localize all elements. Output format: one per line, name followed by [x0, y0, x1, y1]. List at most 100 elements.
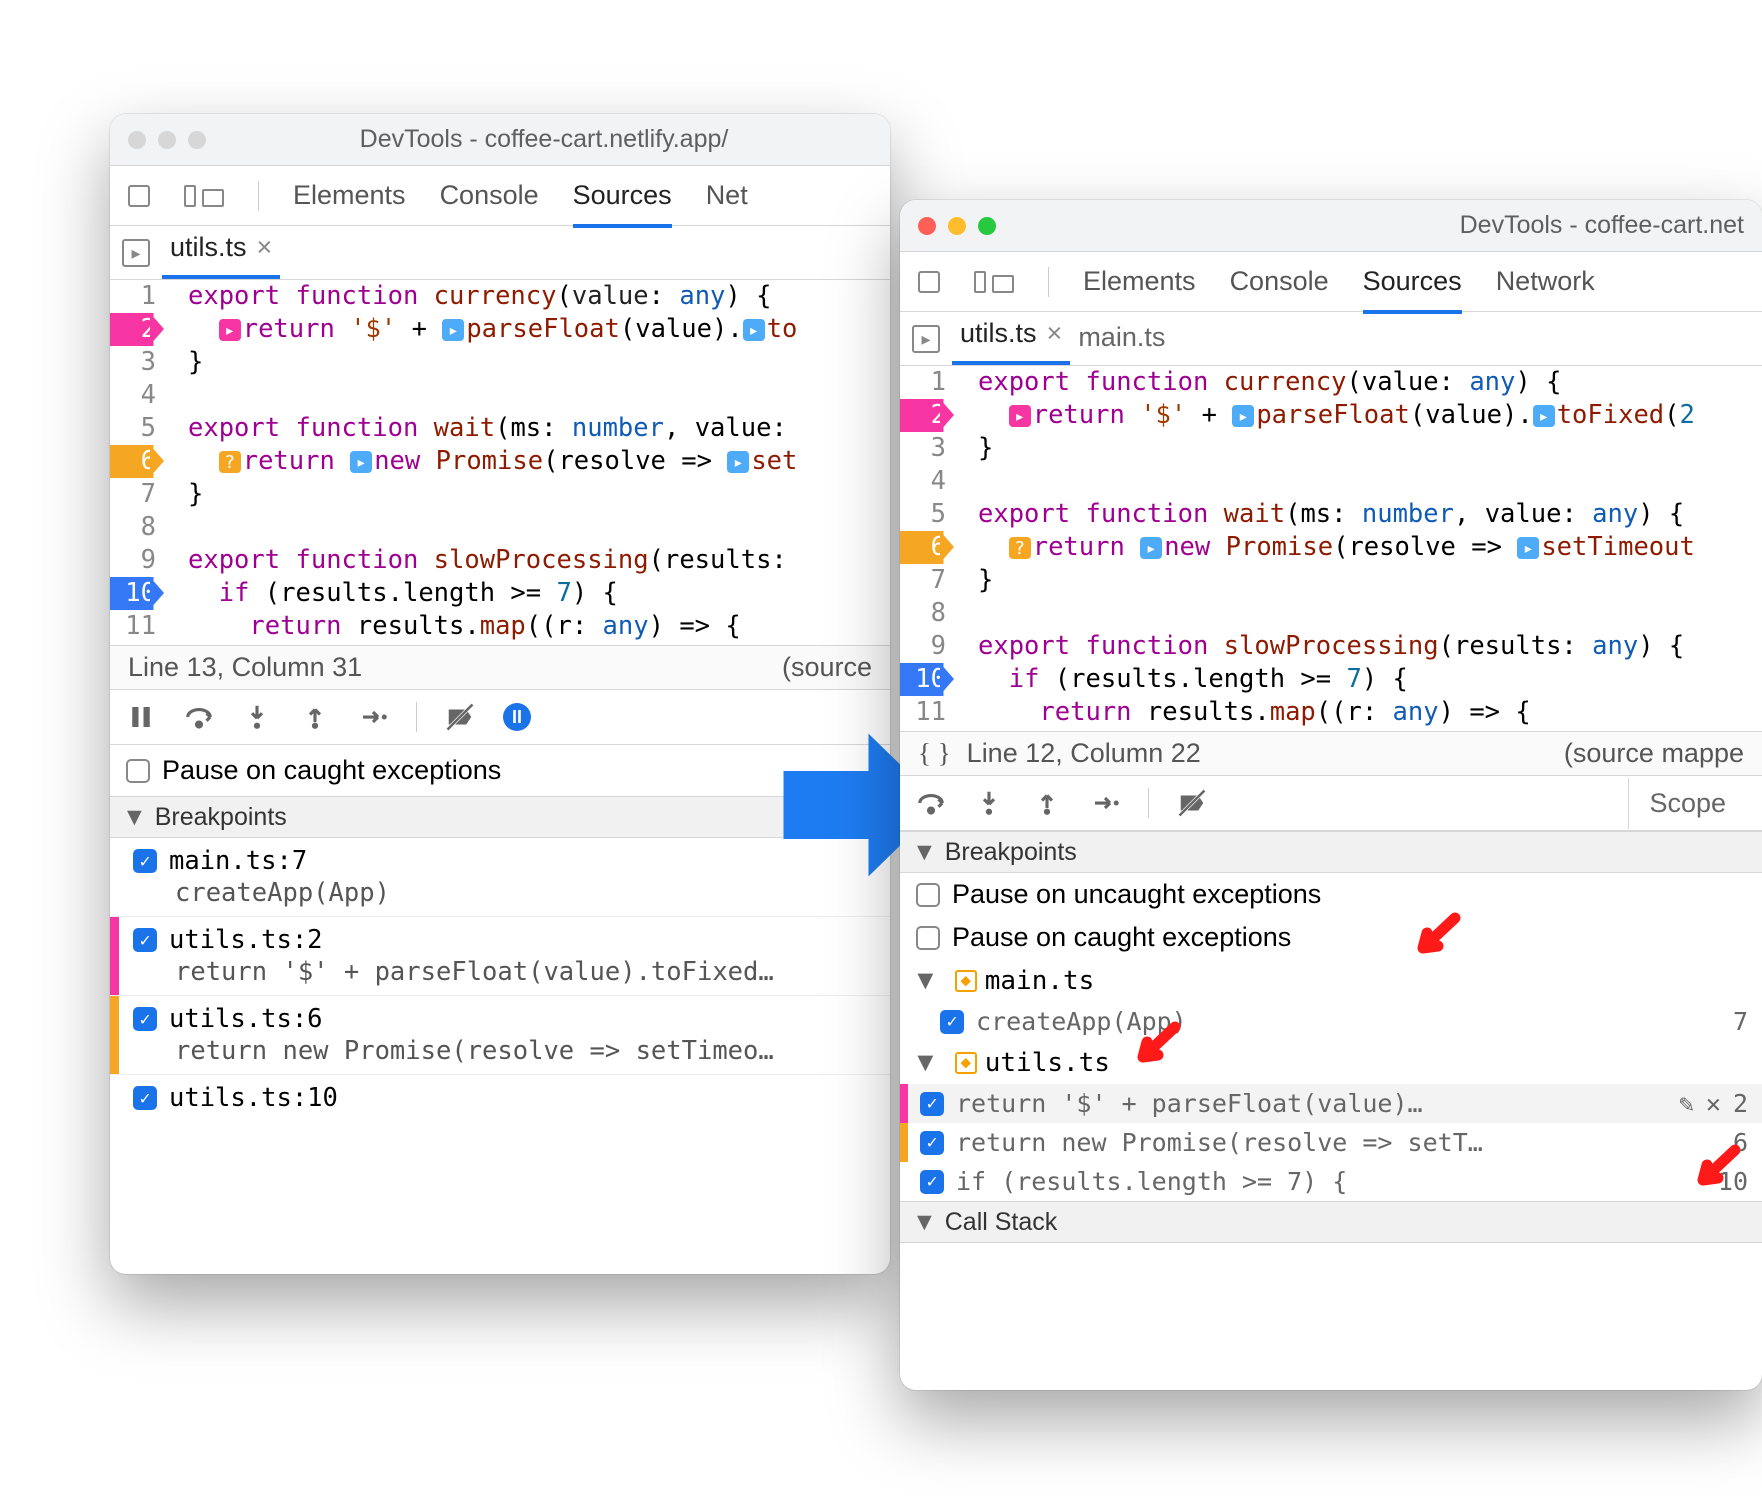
zoom-dot[interactable]	[188, 131, 206, 149]
pause-caught-checkbox[interactable]	[916, 926, 940, 950]
minimize-dot[interactable]	[158, 131, 176, 149]
file-icon: ⬥	[955, 970, 977, 992]
breakpoints-header[interactable]: ▼Breakpoints	[900, 831, 1762, 873]
bp-checkbox[interactable]	[133, 928, 157, 952]
breakpoint-item[interactable]: if (results.length >= 7) { 10	[900, 1162, 1762, 1201]
bp-checkbox[interactable]	[920, 1092, 944, 1116]
devtools-window-old: DevTools - coffee-cart.netlify.app/ Elem…	[110, 114, 890, 1274]
code-editor[interactable]: 1export function currency(value: any) { …	[110, 280, 890, 645]
devtools-window-new: DevTools - coffee-cart.net Elements Cons…	[900, 200, 1762, 1390]
file-tab-utils[interactable]: utils.ts ×	[952, 308, 1070, 365]
window-title: DevTools - coffee-cart.netlify.app/	[216, 125, 872, 154]
close-dot[interactable]	[128, 131, 146, 149]
bp-checkbox[interactable]	[940, 1010, 964, 1034]
inspect-icon[interactable]	[128, 185, 150, 207]
separator	[1048, 267, 1049, 297]
step-into-icon[interactable]	[974, 788, 1004, 818]
tab-network[interactable]: Net	[706, 180, 748, 211]
pause-uncaught-label: Pause on uncaught exceptions	[952, 879, 1321, 910]
window-title: DevTools - coffee-cart.net	[1006, 211, 1744, 240]
file-tab-main[interactable]: main.ts	[1070, 312, 1173, 365]
pretty-print-icon[interactable]: { }	[918, 738, 951, 769]
callstack-header[interactable]: ▼Call Stack	[900, 1201, 1762, 1243]
breakpoint-item[interactable]: createApp(App) 7	[900, 1002, 1762, 1041]
breakpoint-item[interactable]: return '$' + parseFloat(value)… ✎ ✕ 2	[900, 1084, 1762, 1123]
devtools-tabs: Elements Console Sources Net	[110, 166, 890, 226]
pause-caught-row[interactable]: Pause on caught exceptions	[900, 916, 1762, 959]
tab-console[interactable]: Console	[1230, 266, 1329, 297]
editor-status-bar: { } Line 12, Column 22 (source mappe	[900, 731, 1762, 775]
step-out-icon[interactable]	[1032, 788, 1062, 818]
separator	[416, 702, 417, 732]
close-icon[interactable]: ×	[257, 232, 273, 263]
zoom-dot[interactable]	[978, 217, 996, 235]
file-tab-bar: utils.ts × main.ts	[900, 312, 1762, 366]
breakpoint-item[interactable]: utils.ts:2 return '$' + parseFloat(value…	[110, 916, 890, 995]
device-icon[interactable]	[184, 185, 224, 207]
pause-caught-label: Pause on caught exceptions	[952, 922, 1291, 953]
traffic-lights[interactable]	[918, 217, 996, 235]
title-bar[interactable]: DevTools - coffee-cart.net	[900, 200, 1762, 252]
title-bar[interactable]: DevTools - coffee-cart.netlify.app/	[110, 114, 890, 166]
traffic-lights[interactable]	[128, 131, 206, 149]
bp-checkbox[interactable]	[133, 849, 157, 873]
code-editor[interactable]: 1export function currency(value: any) { …	[900, 366, 1762, 731]
file-tab-bar: utils.ts ×	[110, 226, 890, 280]
file-tab-label: utils.ts	[170, 232, 247, 263]
annotation-arrow-icon	[1405, 908, 1465, 968]
deactivate-breakpoints-icon[interactable]	[1177, 788, 1207, 818]
edit-icon[interactable]: ✎	[1679, 1089, 1694, 1118]
bp-checkbox[interactable]	[133, 1086, 157, 1110]
file-icon: ⬥	[955, 1052, 977, 1074]
devtools-tabs: Elements Console Sources Network	[900, 252, 1762, 312]
sourcemap-label: (source	[782, 652, 872, 683]
breakpoint-group-utils[interactable]: ▼⬥ utils.ts	[900, 1041, 1762, 1084]
step-into-icon[interactable]	[242, 702, 272, 732]
breakpoint-item[interactable]: return new Promise(resolve => setT… 6	[900, 1123, 1762, 1162]
editor-status-bar: Line 13, Column 31 (source	[110, 645, 890, 689]
pause-on-exceptions-icon[interactable]: II	[503, 703, 531, 731]
cursor-position: Line 13, Column 31	[128, 652, 362, 683]
device-icon[interactable]	[974, 271, 1014, 293]
cursor-position: Line 12, Column 22	[967, 738, 1201, 769]
step-icon[interactable]	[358, 702, 388, 732]
close-icon[interactable]: ×	[1047, 318, 1063, 349]
tab-sources[interactable]: Sources	[1363, 266, 1462, 314]
bp-checkbox[interactable]	[920, 1131, 944, 1155]
step-over-icon[interactable]	[184, 702, 214, 732]
pause-uncaught-row[interactable]: Pause on uncaught exceptions	[900, 873, 1762, 916]
pause-icon[interactable]	[126, 702, 156, 732]
inspect-icon[interactable]	[918, 271, 940, 293]
breakpoint-item[interactable]: utils.ts:10	[110, 1074, 890, 1121]
file-tab-utils[interactable]: utils.ts ×	[162, 222, 280, 279]
sourcemap-label: (source mappe	[1564, 738, 1744, 769]
step-icon[interactable]	[1090, 788, 1120, 818]
navigator-icon[interactable]	[912, 325, 940, 353]
pause-caught-label: Pause on caught exceptions	[162, 755, 501, 786]
pause-caught-checkbox[interactable]	[126, 759, 150, 783]
step-over-icon[interactable]	[916, 788, 946, 818]
deactivate-breakpoints-icon[interactable]	[445, 702, 475, 732]
separator	[1148, 788, 1149, 818]
tab-elements[interactable]: Elements	[293, 180, 406, 211]
breakpoint-group-main[interactable]: ▼⬥ main.ts	[900, 959, 1762, 1002]
scope-tab[interactable]: Scope	[1628, 778, 1746, 829]
pause-uncaught-checkbox[interactable]	[916, 883, 940, 907]
bp-checkbox[interactable]	[133, 1007, 157, 1031]
minimize-dot[interactable]	[948, 217, 966, 235]
close-dot[interactable]	[918, 217, 936, 235]
remove-icon[interactable]: ✕	[1706, 1089, 1721, 1118]
tab-network[interactable]: Network	[1496, 266, 1595, 297]
color-stripe	[900, 1162, 908, 1201]
color-stripe	[900, 1084, 908, 1123]
tab-elements[interactable]: Elements	[1083, 266, 1196, 297]
tab-console[interactable]: Console	[440, 180, 539, 211]
color-stripe	[900, 1123, 908, 1162]
navigator-icon[interactable]	[122, 239, 150, 267]
breakpoint-item[interactable]: utils.ts:6 return new Promise(resolve =>…	[110, 995, 890, 1074]
tab-sources[interactable]: Sources	[573, 180, 672, 228]
annotation-arrow-icon	[1685, 1140, 1745, 1200]
bp-checkbox[interactable]	[920, 1170, 944, 1194]
debugger-toolbar: Scope	[900, 775, 1762, 831]
step-out-icon[interactable]	[300, 702, 330, 732]
